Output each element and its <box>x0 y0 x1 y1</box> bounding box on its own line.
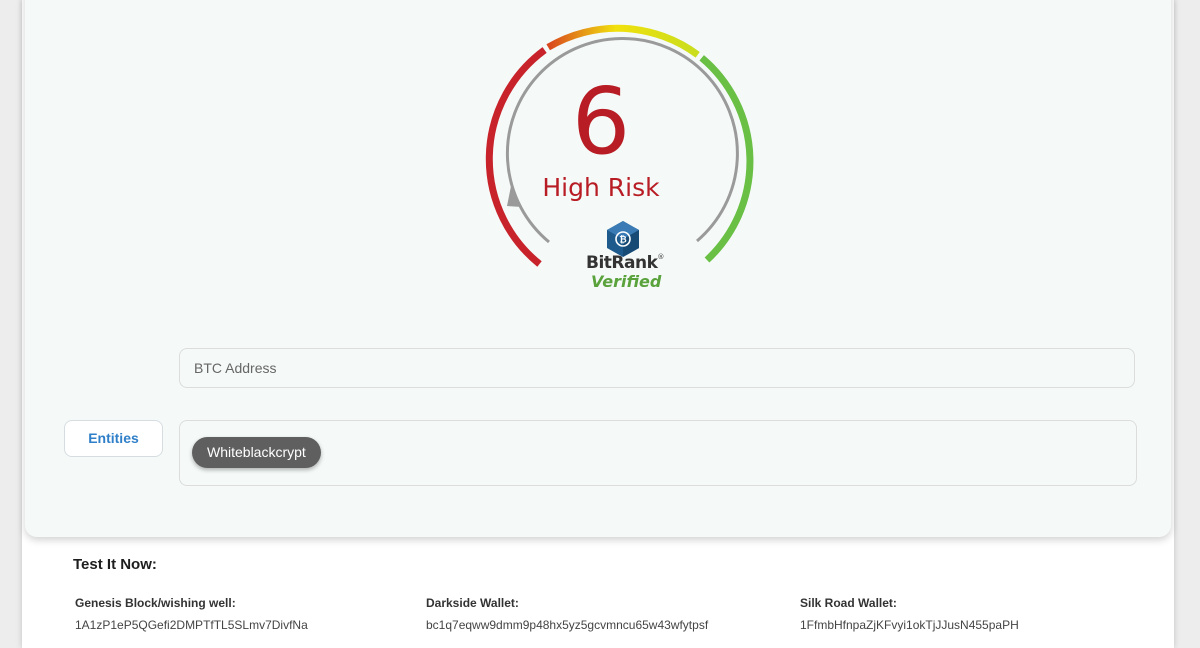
btc-address-input[interactable] <box>179 348 1135 388</box>
registered-mark: ® <box>657 253 664 261</box>
entities-button[interactable]: Entities <box>64 420 163 457</box>
verified-label: Verified <box>591 272 662 291</box>
risk-label: High Risk <box>542 173 660 202</box>
wallet-silk-road[interactable]: Silk Road Wallet: 1FfmbHfnpaZjKFvyi1okTj… <box>800 596 1019 632</box>
bitrank-brand: BitRank® <box>586 253 664 273</box>
entity-tag[interactable]: Whiteblackcrypt <box>192 437 321 468</box>
wallet-address-link[interactable]: bc1q7eqww9dmm9p48hx5yz5gcvmncu65w43wfytp… <box>426 618 708 632</box>
risk-gauge: 6 High Risk ₿ BitRank® Verified <box>461 8 754 291</box>
page: 6 High Risk ₿ BitRank® Verified Entities… <box>22 0 1174 648</box>
wallet-genesis[interactable]: Genesis Block/wishing well: 1A1zP1eP5QGe… <box>75 596 308 632</box>
test-section-title: Test It Now: <box>73 556 157 573</box>
brand-name: BitRank <box>586 253 658 273</box>
wallet-address-link[interactable]: 1FfmbHfnpaZjKFvyi1okTjJJusN455paPH <box>800 618 1019 632</box>
wallet-label: Genesis Block/wishing well: <box>75 596 236 610</box>
wallet-darkside[interactable]: Darkside Wallet: bc1q7eqww9dmm9p48hx5yz5… <box>426 596 708 632</box>
wallet-label: Darkside Wallet: <box>426 596 519 610</box>
entities-field[interactable]: Whiteblackcrypt <box>179 420 1137 486</box>
risk-score: 6 <box>571 68 631 175</box>
wallet-address-link[interactable]: 1A1zP1eP5QGefi2DMPTfTL5SLmv7DivfNa <box>75 618 308 632</box>
wallet-label: Silk Road Wallet: <box>800 596 897 610</box>
svg-text:₿: ₿ <box>619 235 626 246</box>
risk-card: 6 High Risk ₿ BitRank® Verified Entities… <box>25 0 1171 537</box>
